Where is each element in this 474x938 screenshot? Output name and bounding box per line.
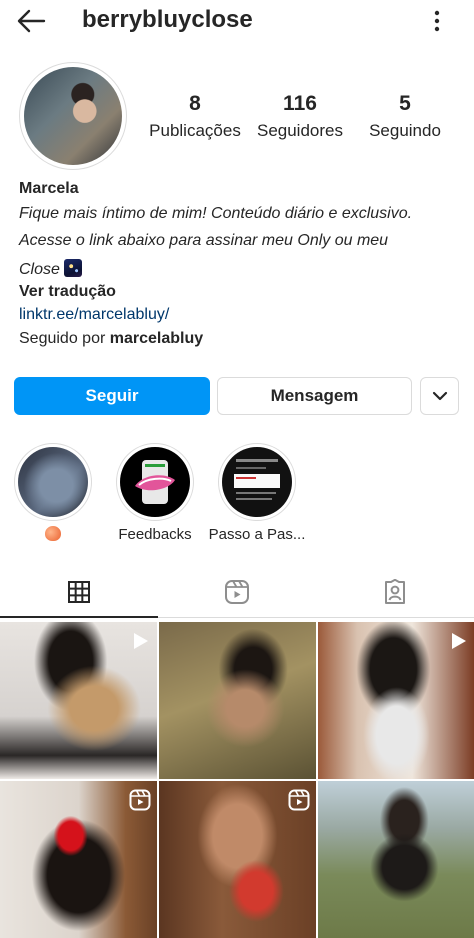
highlight-cover [222,447,292,517]
feedback-screenshot-icon [135,460,175,504]
chevron-down-icon [432,391,447,401]
tagged-user-icon [385,579,405,604]
highlight-cover [18,447,88,517]
post-thumbnail[interactable] [0,622,157,779]
reels-badge-icon [288,789,310,811]
tab-reels[interactable] [158,567,316,617]
reel-play-icon [452,633,466,649]
highlight-ring [14,443,92,521]
post-thumbnail[interactable] [0,781,157,938]
highlight-cover [120,447,190,517]
followed-by-prefix: Seguido por [19,330,106,347]
grid-icon [68,581,90,603]
post-thumbnail[interactable] [318,622,474,779]
following-count-label: Seguindo [369,121,441,140]
followers-count-label: Seguidores [256,121,343,140]
tab-posts-grid[interactable] [0,567,158,617]
followers-count[interactable]: 116 Seguidores [245,92,355,141]
profile-username: berrybluyclose [82,6,253,33]
night-sky-emoji-icon [63,259,82,277]
highlight-ring [218,443,296,521]
peach-emoji-icon [45,526,61,541]
tutorial-screenshot-icon [234,459,280,500]
bio-line-2: Acesse o link abaixo para assinar meu On… [19,232,389,249]
suggested-accounts-button[interactable] [420,377,459,415]
bio-line-1: Fique mais íntimo de mim! Conteúdo diári… [19,205,413,222]
see-translation-link[interactable]: Ver tradução [19,283,116,301]
highlight-caption: Feedbacks [118,526,192,543]
bio-line-3: Close [19,259,82,279]
bio-website-link[interactable]: linktr.ee/marcelabluy/ [19,306,169,324]
reels-icon [225,580,249,604]
back-arrow-icon[interactable] [14,6,50,36]
active-tab-indicator [0,616,158,618]
story-highlight[interactable] [3,443,103,545]
story-highlight-tutorial[interactable]: Passo a Pas... [207,443,307,543]
highlight-caption [3,526,103,545]
profile-avatar[interactable] [24,67,122,165]
post-thumbnail[interactable] [159,781,316,938]
followers-count-value: 116 [283,92,317,115]
tab-tagged[interactable] [316,567,474,617]
more-options-icon[interactable] [426,8,448,34]
reel-play-icon [134,633,148,649]
post-thumbnail[interactable] [159,622,316,779]
reels-badge-icon [129,789,151,811]
following-count-value: 5 [399,92,411,115]
follow-button[interactable]: Seguir [14,377,210,415]
followed-by-user: marcelabluy [109,330,204,347]
story-highlight-feedbacks[interactable]: Feedbacks [105,443,205,543]
posts-count-label: Publicações [149,121,241,140]
profile-display-name: Marcela [19,180,79,197]
message-button[interactable]: Mensagem [217,377,412,415]
bio-line-3-text: Close [19,261,60,278]
highlight-ring [116,443,194,521]
highlight-caption: Passo a Pas... [208,526,306,543]
followed-by-text[interactable]: Seguido por marcelabluy [19,330,203,348]
post-thumbnail[interactable] [318,781,474,938]
following-count[interactable]: 5 Seguindo [350,92,460,141]
posts-count: 8 Publicações [140,92,250,141]
posts-count-value: 8 [189,92,201,115]
